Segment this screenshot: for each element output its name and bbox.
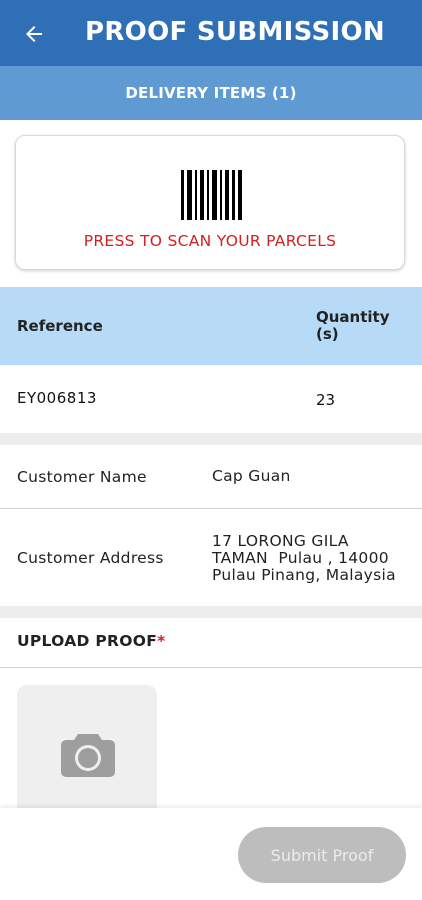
- quantity-cell: 23: [316, 391, 336, 409]
- reference-column-header: Reference: [17, 317, 103, 335]
- back-button[interactable]: [14, 14, 54, 54]
- upload-proof-text: UPLOAD PROOF: [17, 632, 158, 650]
- scan-parcels-button[interactable]: PRESS TO SCAN YOUR PARCELS: [15, 135, 405, 270]
- scan-parcels-label: PRESS TO SCAN YOUR PARCELS: [83, 232, 337, 250]
- address-line-2: TAMAN Pulau , 14000: [212, 549, 389, 567]
- customer-name-row: Customer Name Cap Guan: [0, 445, 422, 508]
- customer-address-value: 17 LORONG GILA TAMAN Pulau , 14000 Pulau…: [212, 533, 396, 584]
- section-divider: [0, 606, 422, 618]
- section-divider: [0, 433, 422, 445]
- delivery-items-label: DELIVERY ITEMS (1): [125, 84, 297, 102]
- customer-address-row: Customer Address 17 LORONG GILA TAMAN Pu…: [0, 509, 422, 606]
- camera-icon: [61, 734, 115, 777]
- upload-photo-button[interactable]: [17, 685, 157, 815]
- address-line-1: 17 LORONG GILA: [212, 532, 349, 550]
- quantity-column-header: Quantity(s): [316, 308, 390, 343]
- barcode-icon: [181, 170, 242, 220]
- items-table-header: Reference Quantity(s): [0, 287, 422, 365]
- reference-cell: EY006813: [17, 389, 97, 407]
- table-row: EY006813 23: [0, 365, 422, 433]
- bottom-action-bar: Submit Proof: [0, 808, 422, 900]
- customer-address-label: Customer Address: [17, 549, 164, 567]
- page-title: PROOF SUBMISSION: [85, 17, 385, 47]
- customer-name-value: Cap Guan: [212, 467, 291, 485]
- required-marker: *: [157, 632, 166, 650]
- upload-proof-label: UPLOAD PROOF*: [17, 632, 166, 650]
- row-divider: [0, 667, 422, 668]
- submit-proof-label: Submit Proof: [270, 845, 374, 865]
- address-line-3: Pulau Pinang, Malaysia: [212, 566, 396, 584]
- submit-proof-button[interactable]: Submit Proof: [238, 827, 406, 883]
- app-bar: PROOF SUBMISSION: [0, 0, 422, 66]
- arrow-left-icon: [26, 26, 42, 42]
- customer-name-label: Customer Name: [17, 468, 147, 486]
- delivery-items-header: DELIVERY ITEMS (1): [0, 66, 422, 120]
